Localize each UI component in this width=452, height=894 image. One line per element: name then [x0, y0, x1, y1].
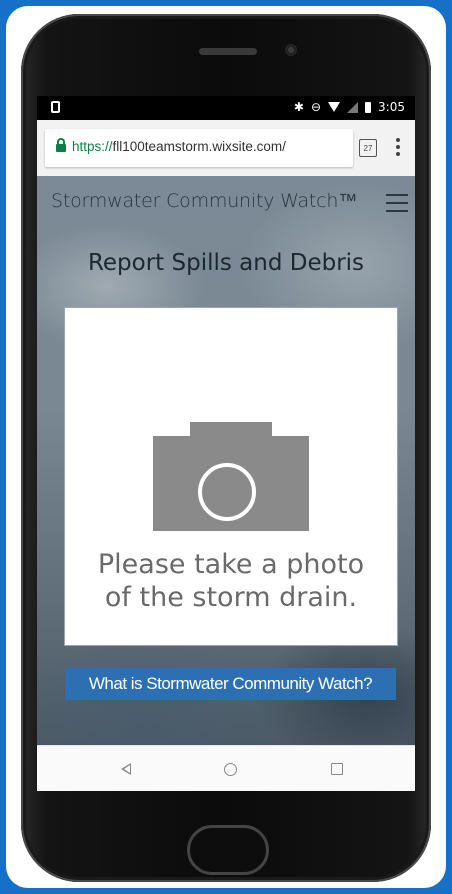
do-not-disturb-icon: ⊖ [310, 100, 322, 114]
hamburger-menu-icon[interactable] [386, 193, 408, 213]
signal-icon [347, 101, 359, 113]
status-time: 3:05 [378, 100, 405, 114]
home-icon[interactable] [224, 763, 237, 776]
back-icon[interactable] [121, 763, 131, 775]
overflow-menu-icon[interactable] [391, 135, 405, 159]
url-scheme: https:// [72, 139, 113, 154]
android-nav-bar [37, 745, 415, 791]
browser-toolbar: https://fll100teamstorm.wixsite.com/ 27 [37, 120, 415, 176]
hardware-home-button[interactable] [187, 825, 269, 875]
url-host: fll100teamstorm.wixsite.com/ [112, 139, 286, 154]
page-title: Report Spills and Debris [87, 250, 365, 276]
about-link-button[interactable]: What is Stormwater Community Watch? [65, 668, 396, 700]
device-icon [51, 101, 60, 113]
front-camera [285, 44, 297, 56]
upload-prompt: Please take a photo of the storm drain. [65, 548, 397, 614]
bluetooth-icon: ✱ [293, 100, 304, 114]
photo-upload-box[interactable]: Please take a photo of the storm drain. [65, 308, 397, 645]
battery-icon [365, 101, 372, 113]
web-page: Stormwater Community Watch™ Report Spill… [37, 176, 415, 745]
earpiece-speaker [199, 48, 257, 55]
recents-icon[interactable] [331, 763, 343, 775]
upload-prompt-line-2: of the storm drain. [104, 582, 358, 613]
status-icons: ✱ ⊖ 3:05 [294, 99, 405, 115]
camera-icon [153, 422, 309, 531]
phone-screen: ✱ ⊖ 3:05 https://fll100teamstorm.wixsite… [37, 96, 415, 791]
address-bar[interactable]: https://fll100teamstorm.wixsite.com/ [45, 129, 353, 167]
wifi-icon [328, 102, 341, 112]
site-title[interactable]: Stormwater Community Watch™ [51, 190, 357, 213]
lock-icon [56, 138, 66, 152]
upload-prompt-line-1: Please take a photo [97, 549, 365, 580]
tabs-icon[interactable]: 27 [359, 139, 377, 157]
url-text[interactable]: https://fll100teamstorm.wixsite.com/ [72, 139, 286, 154]
status-bar: ✱ ⊖ 3:05 [37, 96, 415, 120]
